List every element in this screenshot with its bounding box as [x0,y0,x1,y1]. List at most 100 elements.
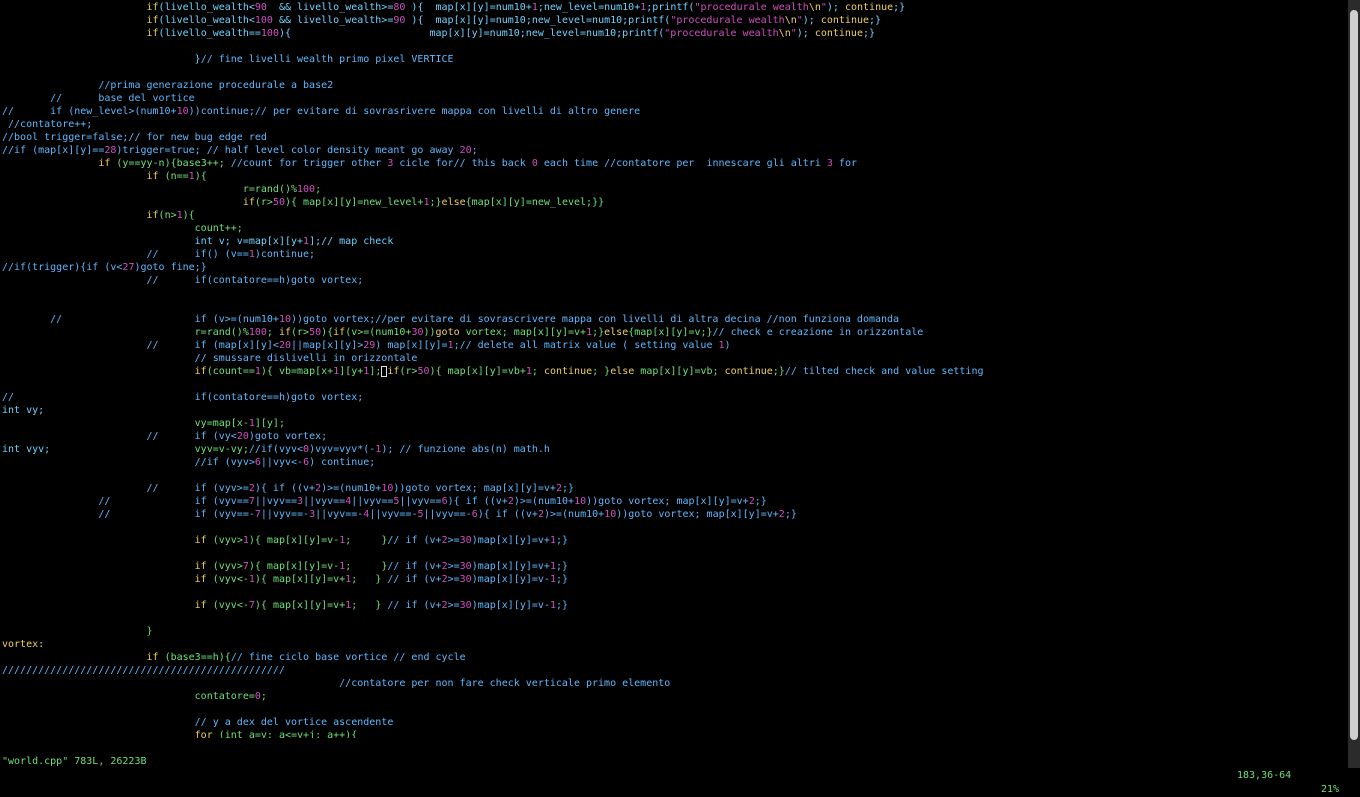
code-token: // check e creazione in orizzontale [712,327,924,338]
code-line[interactable]: // y a dex del vortice ascendente [2,716,394,729]
code-token: 30 [459,561,472,572]
code-line[interactable]: //if (map[x][y]==28)trigger=true; // hal… [2,144,478,157]
scroll-percent: 21% [1321,784,1340,795]
code-token: ){ if ((v+ [477,509,538,520]
code-line[interactable]: // if (vyv==7||vyv==3||vyv==4||vyv==5||v… [2,495,766,508]
code-token: if [194,561,207,572]
code-line[interactable]: //contatore per non fare check verticale… [2,677,670,690]
code-line[interactable]: //if (vyv>6||vyv<-6) continue; [2,456,376,469]
vertical-scrollbar[interactable] [1348,0,1360,768]
code-token: ||vyv== [399,496,442,507]
code-token: ;} [556,574,569,585]
code-line[interactable]: r=rand()%100; if(r>50){if(v>=(num10+30))… [2,326,924,339]
code-line[interactable]: // if (new_level>(num10+10))continue;// … [2,105,640,118]
code-line[interactable]: // smussare dislivelli in orizzontale [2,352,418,365]
code-line[interactable]: if(n>1){ [2,209,195,222]
code-token: 20 [459,145,472,156]
code-token: )) [423,327,436,338]
code-token: if [146,15,159,26]
code-line[interactable]: // base del vortice [2,92,195,105]
code-line[interactable]: if (base3==h){// fine ciclo base vortice… [2,651,466,664]
code-token: // fine livelli wealth primo pixel VERTI… [200,54,454,65]
code-line[interactable]: contatore=0; [2,690,267,703]
code-token: ))continue;// per evitare di sovrasriver… [188,106,641,117]
code-token: ; [531,366,544,377]
code-line[interactable]: if (vyv<-7){ map[x][y]=v+1; } // if (v+2… [2,599,568,612]
code-token: if [194,366,207,377]
code-line[interactable]: // if(contatore==h)goto vortex; [2,274,363,287]
code-token: ){ map[x][y]=new_level+ [284,197,424,208]
code-line[interactable]: //if(trigger){if (v<27)goto fine;} [2,261,207,274]
code-line[interactable]: // if() (v==1)continue; [2,248,315,261]
code-line[interactable]: if(livello_wealth==100){ map[x][y]=num10… [2,27,876,40]
code-token: ;new_level=num10+ [537,2,641,13]
code-line[interactable]: // if (map[x][y]<20||map[x][y]>29) map[x… [2,339,730,352]
code-token: (livello_wealth== [158,28,261,39]
code-editor[interactable]: if(livello_wealth<90 && livello_wealth>=… [0,0,1348,738]
code-token: int vy; [2,405,45,416]
code-line[interactable]: vortex: [2,638,44,651]
code-token: ;printf( [646,2,695,13]
code-line[interactable]: if(livello_wealth<90 && livello_wealth>=… [2,1,906,14]
code-token: ); [826,2,845,13]
code-line[interactable]: // if (v>=(num10+10))goto vortex;//per e… [2,313,899,326]
code-token: 100 [248,327,267,338]
code-line[interactable]: for (int a=y; a<=y+j; a++){ [2,729,358,738]
code-token: // if (v+ [387,535,442,546]
code-token: >= [447,574,460,585]
code-line[interactable]: // if (vyv>=2){ if ((v+2)>=(num10+10))go… [2,482,574,495]
code-token: else [441,197,466,208]
code-line[interactable]: count++; [2,222,243,235]
status-line: "world.cpp" 783L, 26223B 183,36-64 21% [0,741,1348,795]
code-line[interactable]: ////////////////////////////////////////… [2,664,285,677]
code-line[interactable]: // if (vyv==-7||vyv==-3||vyv==-4||vyv==-… [2,508,797,521]
code-line[interactable]: if (vyv>1){ map[x][y]=v-1; }// if (v+2>=… [2,534,568,547]
code-line[interactable]: // if(contatore==h)goto vortex; [2,391,363,404]
code-line[interactable]: //contatore++; [2,118,92,131]
code-token: )>=(num10+ [543,509,605,520]
code-token: //prima generazione procedurale a base2 [2,80,334,91]
code-line[interactable]: }// fine livelli wealth primo pixel VERT… [2,53,454,66]
code-token: //if(vyv< [248,444,304,455]
code-line[interactable]: //prima generazione procedurale a base2 [2,79,333,92]
code-token: 20 [236,431,249,442]
code-line[interactable]: if(r>50){ map[x][y]=new_level+1;}else{ma… [2,196,604,209]
code-token: ;} [893,2,906,13]
code-token: continue [543,366,593,377]
code-token: ;} [784,509,797,520]
code-line[interactable]: r=rand()%100; [2,183,321,196]
code-token: (r> [399,366,418,377]
code-line[interactable]: if(livello_wealth<100 && livello_wealth>… [2,14,882,27]
code-line[interactable]: // if (vy<20)goto vortex; [2,430,327,443]
code-line[interactable]: if (vyv>7){ map[x][y]=v-1; }// if (v+2>=… [2,560,568,573]
code-token: "procedurale wealth [670,15,785,26]
code-line[interactable]: int vy; [2,404,44,417]
code-line[interactable]: vy=map[x-1][y]; [2,417,285,430]
code-token: 10 [574,496,587,507]
code-token: vortex: [2,639,45,650]
code-line[interactable]: int vyv; vyv=v-vy;//if(vyv<0)vyv=vyv*(-1… [2,443,550,456]
code-token: if [242,197,255,208]
code-line[interactable]: if (y==yy-n){base3++; //count for trigge… [2,157,857,170]
code-token: for [194,730,213,738]
scrollbar-thumb[interactable] [1350,10,1358,740]
code-line[interactable]: int v; v=map[x][y+1];// map check [2,235,394,248]
code-token: if [98,158,111,169]
cursor-position: 183,36-64 [1237,770,1292,781]
code-token: if [278,327,291,338]
code-token: ){ [321,327,334,338]
code-line[interactable]: if(count==1){ vb=map[x+1][y+1]; if(r>50)… [2,365,984,378]
code-token: continue [844,2,894,13]
code-line[interactable]: } [2,625,153,638]
code-token: (livello_wealth< [158,15,255,26]
code-line[interactable]: //bool trigger=false;// for new bug edge… [2,131,267,144]
code-token: ; } [345,561,388,572]
code-token: ;// delete all matrix value ( setting va… [453,340,719,351]
code-token: ;} [772,366,785,377]
code-line[interactable]: if (vyv<-1){ map[x][y]=v+1; } // if (v+2… [2,573,568,586]
code-line[interactable]: if (n==1){ [2,170,207,183]
